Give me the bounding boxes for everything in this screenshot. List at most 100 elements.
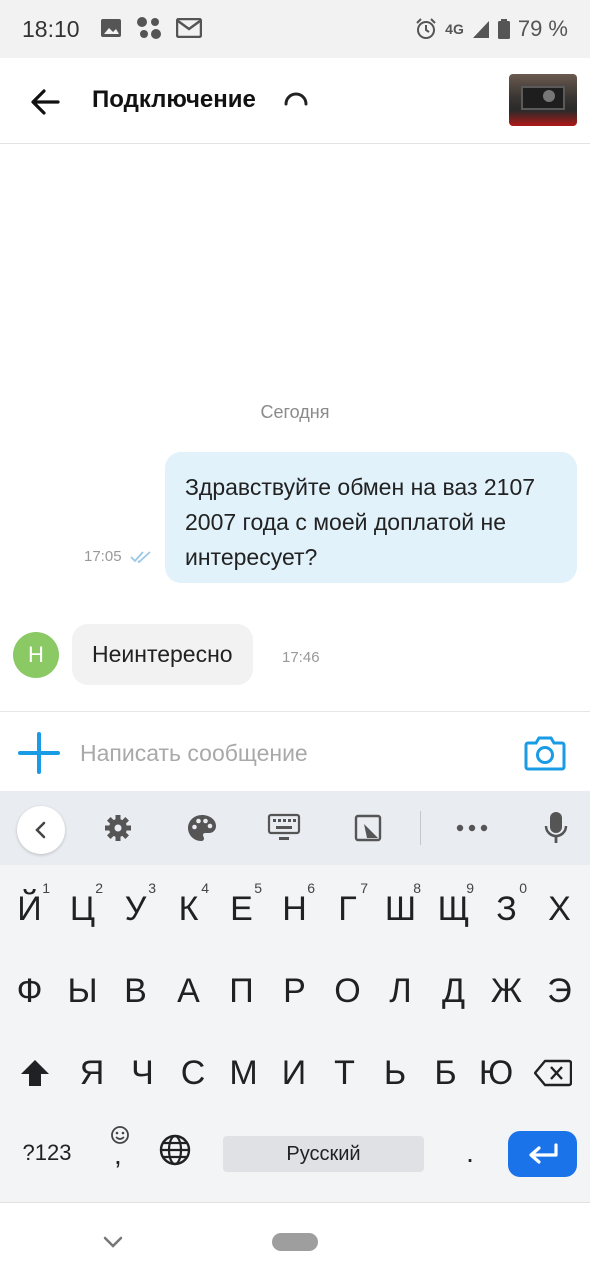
key-label: Е — [230, 889, 253, 928]
key-hint: 3 — [148, 880, 156, 896]
language-key[interactable] — [158, 1133, 198, 1173]
key[interactable]: Я — [67, 1032, 117, 1114]
key[interactable]: О — [321, 950, 374, 1032]
space-key[interactable]: Русский — [223, 1136, 424, 1172]
attach-button[interactable] — [18, 732, 60, 774]
key[interactable]: Х — [533, 868, 586, 950]
keyboard-row-1: Й1Ц2У3К4Е5Н6Г7Ш8Щ9З0Х — [0, 868, 590, 950]
key[interactable]: У3 — [109, 868, 162, 950]
key[interactable]: Д — [427, 950, 480, 1032]
key-label: У — [124, 889, 147, 928]
chevron-down-icon[interactable] — [100, 1231, 126, 1253]
keyboard-icon — [267, 813, 301, 840]
battery-icon — [497, 19, 510, 39]
toolbar-collapse-button[interactable] — [17, 806, 65, 854]
shift-arrow-icon — [20, 1060, 49, 1086]
key-label: Х — [548, 889, 571, 928]
enter-key[interactable] — [508, 1131, 577, 1177]
back-button[interactable] — [26, 82, 66, 122]
key-label: Й — [17, 889, 42, 928]
home-pill[interactable] — [272, 1233, 318, 1251]
more-button[interactable] — [452, 808, 492, 848]
key-hint: 6 — [307, 880, 315, 896]
voice-input-button[interactable] — [536, 808, 576, 848]
notification-icons — [100, 16, 202, 40]
camera-button[interactable] — [524, 735, 566, 771]
message-input[interactable] — [80, 732, 500, 774]
key[interactable]: М — [219, 1032, 269, 1114]
key[interactable]: И — [269, 1032, 319, 1114]
key[interactable]: Т — [320, 1032, 370, 1114]
keyboard-row-2: ФЫВАПРОЛДЖЭ — [0, 950, 590, 1032]
key-label: Щ — [437, 889, 470, 928]
image-icon — [101, 19, 121, 37]
comma-key[interactable]: , — [100, 1125, 140, 1179]
key[interactable]: Л — [374, 950, 427, 1032]
key[interactable]: Г7 — [321, 868, 374, 950]
avatar[interactable]: Н — [13, 632, 59, 678]
outgoing-meta: 17:05 — [84, 548, 152, 565]
key[interactable]: В — [109, 950, 162, 1032]
key[interactable]: Ж — [480, 950, 533, 1032]
network-type: 4G — [445, 21, 464, 37]
battery-level: 79 % — [517, 16, 568, 41]
key[interactable]: П — [215, 950, 268, 1032]
palette-icon — [188, 815, 216, 841]
keyboard: Й1Ц2У3К4Е5Н6Г7Ш8Щ9З0Х ФЫВАПРОЛДЖЭ ЯЧСМИТ… — [0, 791, 590, 1202]
status-right: 4G 79 % — [415, 16, 568, 42]
incoming-message[interactable]: Неинтересно — [72, 624, 253, 685]
clipboard-button[interactable] — [348, 808, 388, 848]
key[interactable]: Ц2 — [56, 868, 109, 950]
backspace-key[interactable] — [526, 1032, 579, 1114]
chevron-left-icon — [35, 821, 46, 839]
key[interactable]: Ы — [56, 950, 109, 1032]
key[interactable]: Ф — [3, 950, 56, 1032]
incoming-time: 17:46 — [282, 649, 320, 666]
keyboard-row-3: ЯЧСМИТЬБЮ — [0, 1032, 590, 1114]
key[interactable]: Э — [533, 950, 586, 1032]
keyboard-bottom-row: ?123 , Русский . — [0, 1111, 590, 1193]
key-hint: 5 — [254, 880, 262, 896]
alarm-icon — [416, 18, 436, 39]
key[interactable]: С — [168, 1032, 218, 1114]
period-key[interactable]: . — [450, 1133, 490, 1173]
key[interactable]: Р — [268, 950, 321, 1032]
key[interactable]: К4 — [162, 868, 215, 950]
key-hint: 1 — [42, 880, 50, 896]
key-hint: 4 — [201, 880, 209, 896]
key[interactable]: Ч — [118, 1032, 168, 1114]
key[interactable]: А — [162, 950, 215, 1032]
key-label: Н — [282, 889, 307, 928]
key-label: Ц — [69, 889, 96, 928]
key[interactable]: Ш8 — [374, 868, 427, 950]
key[interactable]: З0 — [480, 868, 533, 950]
symbols-key[interactable]: ?123 — [14, 1133, 80, 1173]
listing-thumbnail[interactable] — [509, 74, 577, 126]
settings-button[interactable] — [98, 808, 138, 848]
thumbnail-speaker — [543, 90, 555, 102]
status-bar: 18:10 4G 79 % — [0, 0, 590, 58]
key[interactable]: Щ9 — [427, 868, 480, 950]
key[interactable]: Ь — [370, 1032, 420, 1114]
key-hint: 7 — [360, 880, 368, 896]
loading-spinner-icon — [284, 92, 308, 106]
key-label: Г — [338, 889, 357, 928]
outgoing-message[interactable]: Здравствуйте обмен на ваз 2107 2007 года… — [165, 452, 577, 583]
one-handed-button[interactable] — [264, 808, 304, 848]
key[interactable]: Б — [421, 1032, 471, 1114]
plus-icon — [18, 732, 60, 774]
mail-icon — [176, 18, 202, 38]
arrow-left-icon — [31, 89, 60, 115]
key[interactable]: Й1 — [3, 868, 56, 950]
theme-button[interactable] — [182, 808, 222, 848]
navigation-bar — [0, 1202, 590, 1280]
enter-arrow-icon — [528, 1143, 558, 1164]
app-dots-icon — [137, 17, 161, 39]
backspace-icon — [533, 1059, 572, 1087]
shift-key[interactable] — [8, 1032, 61, 1114]
key[interactable]: Н6 — [268, 868, 321, 950]
outgoing-time: 17:05 — [84, 548, 122, 565]
key[interactable]: Ю — [471, 1032, 521, 1114]
more-dots-icon — [456, 824, 488, 832]
key[interactable]: Е5 — [215, 868, 268, 950]
